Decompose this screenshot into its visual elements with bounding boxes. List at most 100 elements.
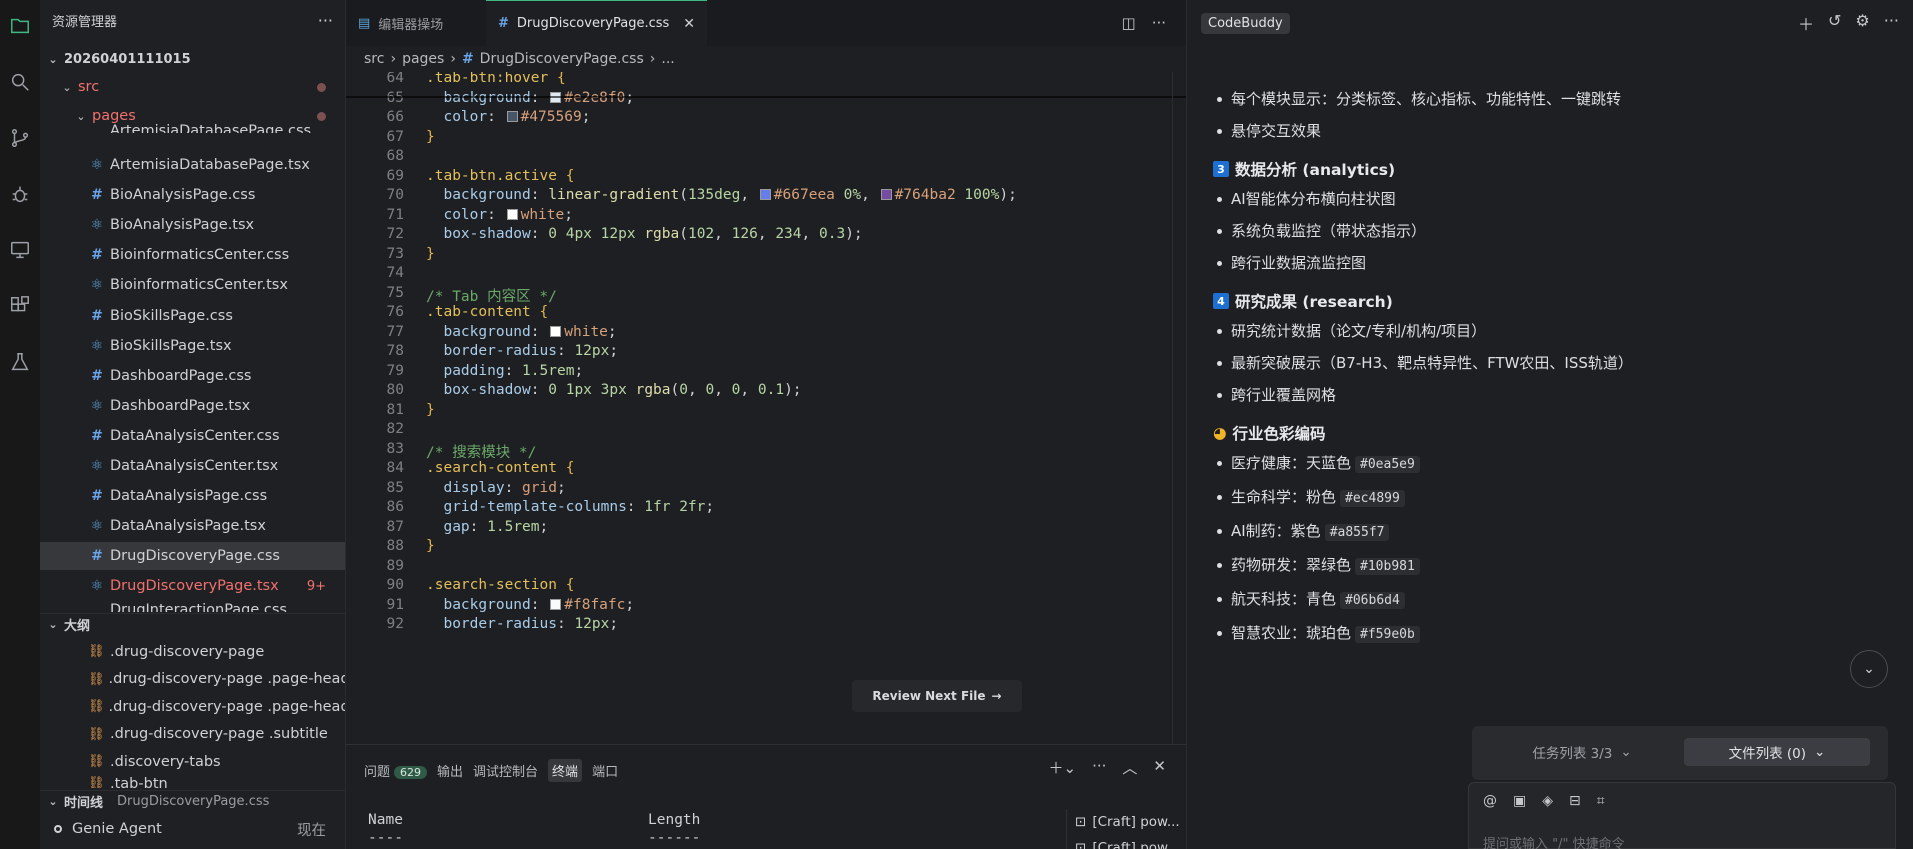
workspace-root[interactable]: ⌄ 20260401111015	[40, 47, 345, 71]
figma-icon[interactable]: ◈	[1542, 793, 1553, 809]
more-actions-icon[interactable]: ···	[318, 11, 333, 30]
code-line[interactable]: color: white;	[426, 207, 573, 223]
more-actions-icon[interactable]: ···	[1152, 14, 1166, 32]
code-line[interactable]: background: white;	[426, 324, 616, 340]
file-item[interactable]: ⚛ DashboardPage.tsx	[40, 392, 345, 420]
file-item[interactable]: # BioinformaticsCenter.css	[40, 241, 345, 269]
code-line[interactable]: }	[426, 129, 435, 145]
file-item[interactable]: # DataAnalysisCenter.css	[40, 422, 345, 450]
scroll-down-button[interactable]: ⌄	[1850, 650, 1888, 688]
breadcrumb-symbol[interactable]: ...	[661, 51, 674, 67]
code-line[interactable]: }	[426, 402, 435, 418]
color-swatch[interactable]	[759, 189, 771, 200]
codebuddy-title[interactable]: CodeBuddy	[1201, 12, 1290, 34]
file-item-partial[interactable]: DrugInteractionPage.css	[40, 602, 345, 612]
code-line[interactable]: border-radius: 12px;	[426, 616, 618, 632]
chat-input-box[interactable]: @ ▣ ◈ ⊟ ⌗ 提问或输入 "/" 快捷命令	[1468, 782, 1896, 849]
code-line[interactable]: gap: 1.5rem;	[426, 519, 548, 535]
tab-terminal[interactable]: 终端	[548, 759, 583, 782]
outline-item[interactable]: ⛓ .discovery-tabs	[40, 748, 345, 775]
search-icon[interactable]	[8, 70, 32, 94]
tab-debug-console[interactable]: 调试控制台	[473, 761, 538, 780]
outline-header[interactable]: ⌄ 大纲	[40, 613, 345, 635]
code-view[interactable]: 64.tab-btn:hover {65 background: #e2e8f0…	[346, 72, 1186, 744]
tab-output[interactable]: 输出	[437, 761, 463, 780]
code-line[interactable]: }	[426, 246, 435, 262]
tab-problems[interactable]: 问题 629	[364, 761, 428, 780]
code-line[interactable]: /* 搜索模块 */	[426, 441, 536, 462]
code-line[interactable]: box-shadow: 0 4px 12px rgba(102, 126, 23…	[426, 226, 862, 242]
color-swatch[interactable]	[550, 325, 562, 337]
code-line[interactable]: background: #f8fafc;	[426, 597, 634, 613]
tab-drug-discovery-css[interactable]: # DrugDiscoveryPage.css ✕	[486, 0, 708, 46]
editor-scrollbar[interactable]	[1172, 72, 1186, 744]
outline-item[interactable]: ⛓ .drug-discovery-page	[40, 638, 345, 665]
file-item[interactable]: ⚛ DataAnalysisPage.tsx	[40, 512, 345, 540]
split-editor-icon[interactable]: ◫	[1122, 14, 1136, 32]
code-line[interactable]: padding: 1.5rem;	[426, 363, 583, 379]
explorer-icon[interactable]	[8, 14, 32, 38]
file-item[interactable]: ⚛ BioAnalysisPage.tsx	[40, 211, 345, 239]
maximize-panel-icon[interactable]: ︿	[1122, 757, 1137, 778]
code-line[interactable]: box-shadow: 0 1px 3px rgba(0, 0, 0, 0.1)…	[426, 382, 801, 398]
file-item[interactable]: ⚛ DrugDiscoveryPage.tsx 9+	[40, 572, 345, 600]
file-item[interactable]: ⚛ BioSkillsPage.tsx	[40, 332, 345, 360]
close-icon[interactable]: ✕	[683, 16, 695, 32]
outline-item[interactable]: ⛓ .tab-btn	[40, 776, 345, 788]
code-line[interactable]: .search-section {	[426, 577, 574, 593]
close-icon[interactable]: ✕	[1153, 757, 1166, 778]
outline-item[interactable]: ⛓.drug-discovery-page .page-header h2	[40, 693, 345, 720]
source-control-icon[interactable]	[8, 126, 32, 150]
outline-item[interactable]: ⛓ .drug-discovery-page .subtitle	[40, 721, 345, 748]
code-line[interactable]: .tab-btn:hover {	[426, 72, 566, 86]
debug-icon[interactable]	[8, 182, 32, 206]
task-list-button[interactable]: 任务列表 3/3 ⌄	[1492, 738, 1672, 766]
file-item[interactable]: # DataAnalysisPage.css	[40, 482, 345, 510]
breadcrumb-pages[interactable]: pages	[402, 51, 444, 67]
remote-explorer-icon[interactable]	[8, 238, 32, 262]
code-line[interactable]: .tab-content {	[426, 304, 548, 320]
file-item[interactable]: # BioAnalysisPage.css	[40, 181, 345, 209]
file-item-partial[interactable]: ArtemisiaDatabasePage.css	[40, 121, 345, 133]
folder-src[interactable]: ⌄ src	[40, 75, 345, 99]
file-item[interactable]: # BioSkillsPage.css	[40, 302, 345, 330]
testing-flask-icon[interactable]	[8, 350, 32, 374]
code-line[interactable]: .search-content {	[426, 460, 574, 476]
file-item[interactable]: # DrugDiscoveryPage.css	[40, 542, 345, 571]
breadcrumb-src[interactable]: src	[364, 51, 384, 67]
terminal-output[interactable]: Name Length ---- ------	[368, 812, 700, 846]
new-terminal-icon[interactable]: ＋⌄	[1049, 757, 1077, 778]
gear-icon[interactable]: ⚙	[1855, 11, 1869, 35]
code-line[interactable]: display: grid;	[426, 480, 565, 496]
terminal-item[interactable]: ⊡ [Craft] pow...	[1067, 809, 1186, 835]
extensions-icon[interactable]	[8, 294, 32, 318]
book-icon[interactable]: ⊟	[1569, 793, 1581, 809]
timeline-header[interactable]: ⌄ 时间线 DrugDiscoveryPage.css	[40, 790, 345, 812]
breadcrumb-file[interactable]: DrugDiscoveryPage.css	[480, 51, 644, 67]
timeline-item[interactable]: Genie Agent 现在	[40, 817, 345, 841]
file-list-button[interactable]: 文件列表 (0) ⌄	[1684, 738, 1870, 766]
code-line[interactable]: background: linear-gradient(135deg, #667…	[426, 187, 1016, 203]
file-item[interactable]: ⚛ ArtemisiaDatabasePage.tsx	[40, 151, 345, 179]
rules-icon[interactable]: ⌗	[1597, 793, 1605, 809]
color-swatch[interactable]	[550, 598, 562, 610]
code-line[interactable]: }	[426, 538, 435, 554]
code-line[interactable]: .tab-btn.active {	[426, 168, 574, 184]
terminal-item[interactable]: ⊡ [Craft] pow...	[1067, 835, 1186, 849]
code-line[interactable]: border-radius: 12px;	[426, 343, 618, 359]
file-item[interactable]: ⚛ BioinformaticsCenter.tsx	[40, 271, 345, 299]
outline-item[interactable]: ⛓ .drug-discovery-page .page-header	[40, 666, 345, 693]
code-line[interactable]: grid-template-columns: 1fr 2fr;	[426, 499, 714, 515]
review-next-file-button[interactable]: Review Next File →	[852, 680, 1022, 712]
more-actions-icon[interactable]: ···	[1092, 757, 1106, 778]
tab-editor-playground[interactable]: ▤ 编辑器操场	[346, 0, 486, 46]
file-item[interactable]: ⚛ DataAnalysisCenter.tsx	[40, 452, 345, 480]
new-chat-icon[interactable]: ＋	[1798, 11, 1814, 35]
history-icon[interactable]: ↺	[1828, 11, 1841, 35]
tab-ports[interactable]: 端口	[592, 761, 618, 780]
color-swatch[interactable]	[506, 208, 518, 220]
image-icon[interactable]: ▣	[1513, 793, 1526, 809]
color-swatch[interactable]	[880, 189, 892, 200]
file-item[interactable]: # DashboardPage.css	[40, 362, 345, 390]
code-line[interactable]: /* Tab 内容区 */	[426, 285, 557, 306]
